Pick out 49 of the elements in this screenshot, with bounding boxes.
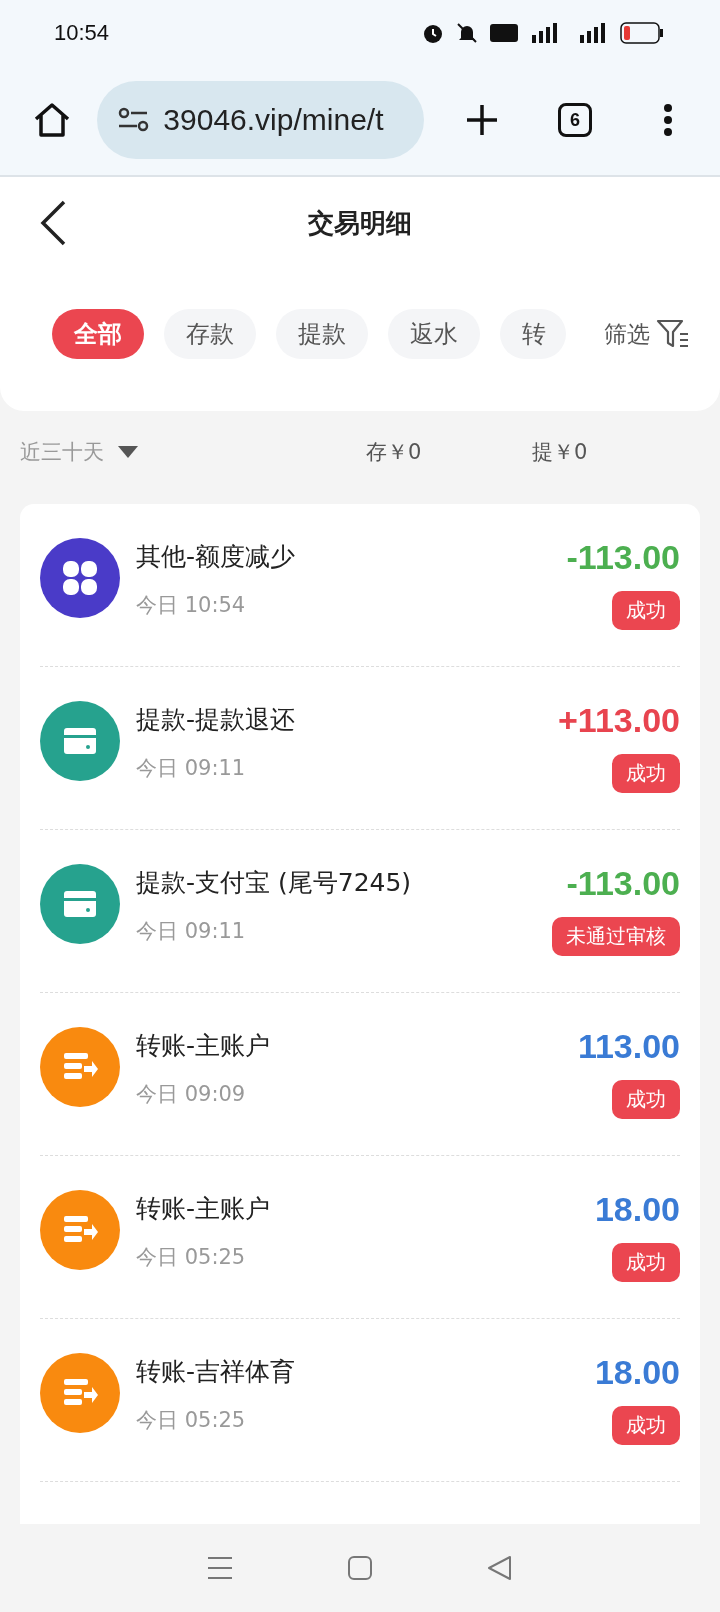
status-badge: 成功 xyxy=(612,1080,680,1119)
transaction-title: 提款-支付宝 (尾号7245) xyxy=(136,867,413,899)
transfer-icon xyxy=(62,1052,98,1082)
transaction-time: 今日 05:25 xyxy=(136,1244,247,1271)
site-settings-icon[interactable] xyxy=(117,107,150,133)
transaction-amount: -113.00 xyxy=(566,538,680,577)
filter-tab[interactable]: 全部 xyxy=(52,309,144,359)
card-icon xyxy=(63,890,97,918)
filter-tab[interactable]: 提款 xyxy=(276,309,368,359)
filter-icon[interactable] xyxy=(656,318,690,350)
status-badge: 成功 xyxy=(612,591,680,630)
card-icon xyxy=(63,727,97,755)
transaction-time: 今日 09:09 xyxy=(136,1081,247,1108)
transaction-amount: -113.00 xyxy=(566,864,680,903)
clock-time: 10:54 xyxy=(54,19,110,46)
status-badge: 成功 xyxy=(612,1243,680,1282)
filter-tab[interactable]: 转 xyxy=(500,309,566,359)
transaction-amount: 113.00 xyxy=(577,1027,680,1066)
page-title: 交易明细 xyxy=(308,206,412,240)
withdraw-total: 提￥0 xyxy=(532,438,588,466)
transaction-time: 今日 10:54 xyxy=(136,592,247,619)
status-badge: 成功 xyxy=(612,1406,680,1445)
transaction-time: 今日 09:11 xyxy=(136,755,247,782)
transaction-amount: +113.00 xyxy=(558,701,680,740)
transfer-icon xyxy=(62,1378,98,1408)
battery-icon xyxy=(620,21,664,44)
bell-off-icon xyxy=(456,21,478,44)
status-badge: 未通过审核 xyxy=(552,917,680,956)
deposit-total: 存￥0 xyxy=(366,438,423,466)
clover-icon xyxy=(62,560,98,596)
tab-count[interactable]: 6 xyxy=(557,103,592,137)
transaction-time: 今日 09:11 xyxy=(136,918,247,945)
transaction-title: 转账-主账户 xyxy=(136,1193,272,1225)
transaction-title: 转账-吉祥体育 xyxy=(136,1356,297,1388)
address-bar[interactable]: 39046.vip/mine/t xyxy=(97,81,424,159)
transaction-amount: 18.00 xyxy=(594,1353,680,1392)
caret-icon[interactable] xyxy=(118,445,138,458)
filter-tab[interactable]: 返水 xyxy=(388,309,480,359)
transaction-title: 其他-额度减少 xyxy=(136,541,297,573)
transaction-amount: 18.00 xyxy=(594,1190,680,1229)
filter-button[interactable]: 筛选 xyxy=(604,318,650,350)
filter-tab[interactable]: 存款 xyxy=(164,309,256,359)
signal-icon xyxy=(530,22,560,43)
status-badge: 成功 xyxy=(612,754,680,793)
transfer-icon xyxy=(62,1215,98,1245)
transaction-title: 提款-提款退还 xyxy=(136,704,297,736)
transaction-time: 今日 05:25 xyxy=(136,1407,247,1434)
transaction-title: 转账-主账户 xyxy=(136,1030,272,1062)
menu-icon[interactable] xyxy=(207,1556,233,1580)
